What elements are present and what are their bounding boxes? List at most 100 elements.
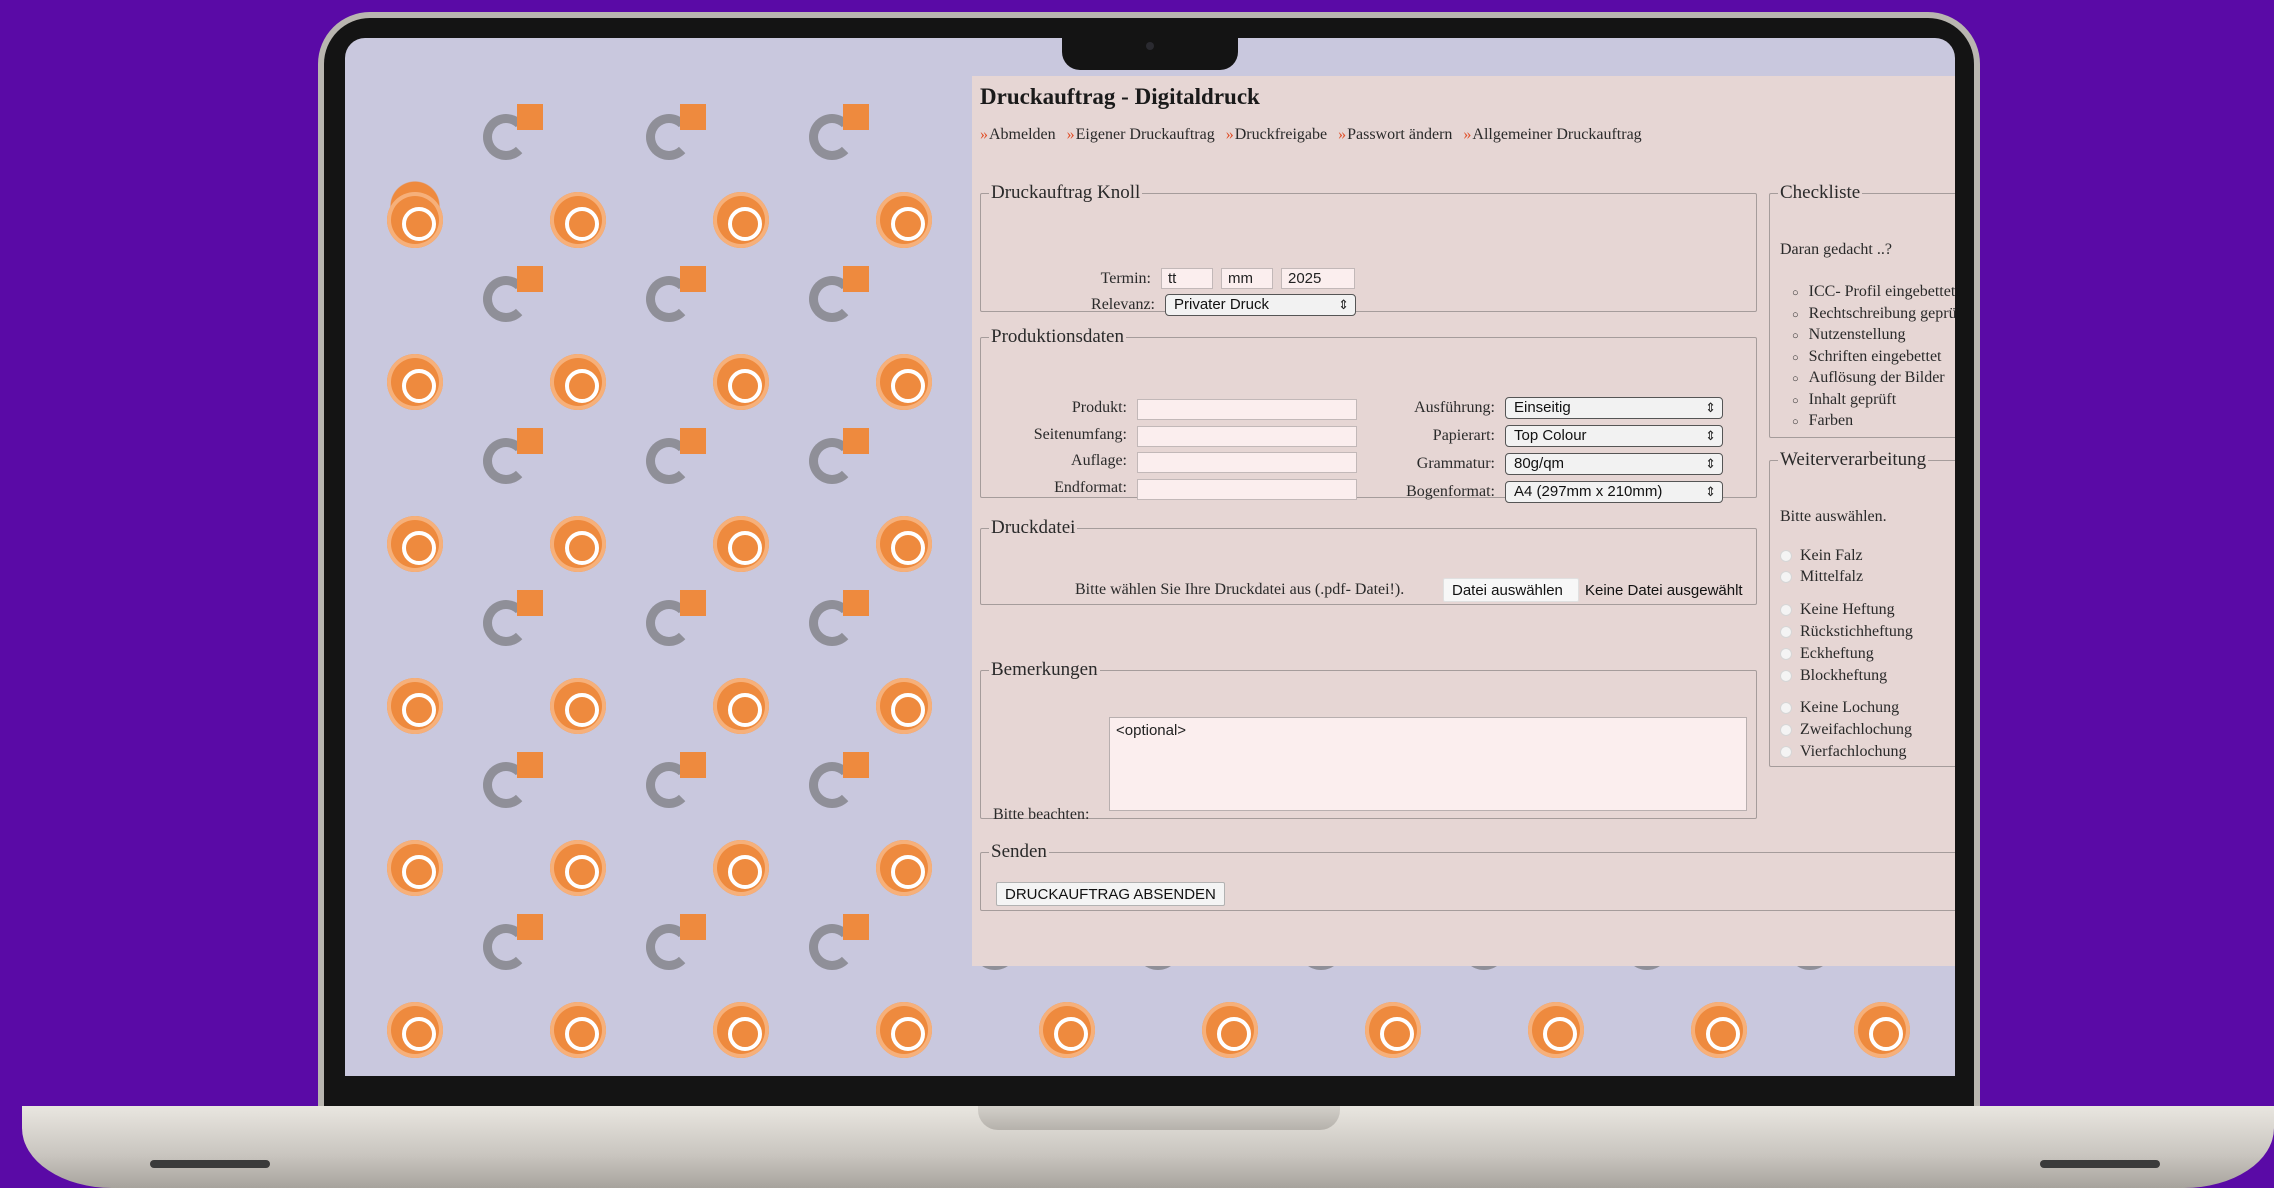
laptop-foot — [150, 1160, 270, 1168]
list-item: Farben — [1809, 411, 1955, 433]
radio-option[interactable]: Eckheftung — [1780, 645, 1874, 663]
wallpaper-square-icon — [843, 752, 869, 778]
submit-order-button[interactable]: DRUCKAUFTRAG ABSENDEN — [996, 882, 1225, 906]
wallpaper-logo-icon — [550, 840, 606, 896]
file-status: Keine Datei ausgewählt — [1585, 582, 1743, 599]
submit-legend: Senden — [991, 841, 1047, 862]
wallpaper-square-icon — [680, 428, 706, 454]
order-legend: Druckauftrag Knoll — [991, 182, 1141, 203]
radio-button[interactable] — [1780, 604, 1792, 616]
wallpaper-logo-icon — [713, 192, 769, 248]
wallpaper-square-icon — [680, 752, 706, 778]
wallpaper-logo-icon — [876, 192, 932, 248]
ausfuehrung-label: Ausführung: — [1414, 399, 1495, 416]
wallpaper-logo-icon — [550, 678, 606, 734]
wallpaper-logo-icon — [1202, 1002, 1258, 1058]
relevanz-select[interactable]: Privater Druck ⇕ — [1165, 294, 1356, 316]
papierart-label: Papierart: — [1432, 427, 1495, 444]
radio-option[interactable]: Rückstichheftung — [1780, 623, 1913, 641]
bogenformat-select[interactable]: A4 (297mm x 210mm) ⇕ — [1505, 481, 1723, 503]
wallpaper-logo-icon — [876, 678, 932, 734]
production-legend: Produktionsdaten — [991, 326, 1124, 347]
radio-option[interactable]: Mittelfalz — [1780, 568, 1863, 586]
wallpaper-logo-icon — [1365, 1002, 1421, 1058]
list-item: Nutzenstellung — [1809, 325, 1955, 347]
checklist-intro: Daran gedacht ..? — [1780, 241, 1892, 258]
select-arrows-icon: ⇕ — [1338, 297, 1349, 312]
wallpaper-logo-icon — [1691, 1002, 1747, 1058]
wallpaper-logo-icon — [550, 192, 606, 248]
wallpaper-square-icon — [517, 914, 543, 940]
auflage-label: Auflage: — [1071, 452, 1127, 469]
print-order-page: Druckauftrag - Digitaldruck »Abmelden »E… — [972, 76, 1955, 966]
radio-button[interactable] — [1780, 550, 1792, 562]
finishing-intro: Bitte auswählen. — [1780, 508, 1887, 525]
wallpaper-square-icon — [517, 752, 543, 778]
radio-button[interactable] — [1780, 746, 1792, 758]
wallpaper-square-icon — [680, 590, 706, 616]
select-arrows-icon: ⇕ — [1705, 456, 1716, 471]
wallpaper-logo-icon — [876, 516, 932, 572]
list-item: Auflösung der Bilder — [1809, 368, 1955, 390]
radio-button[interactable] — [1780, 670, 1792, 682]
remarks-label: Bitte beachten: — [993, 806, 1090, 823]
camera-icon — [1146, 42, 1154, 50]
seitenumfang-label: Seitenumfang: — [1033, 426, 1127, 443]
submit-fieldset: Senden DRUCKAUFTRAG ABSENDEN — [980, 841, 1955, 911]
grammatur-select[interactable]: 80g/qm ⇕ — [1505, 453, 1723, 475]
wallpaper-logo-icon — [713, 678, 769, 734]
papierart-select[interactable]: Top Colour ⇕ — [1505, 425, 1723, 447]
nav-link-allgemeiner-druckauftrag[interactable]: »Allgemeiner Druckauftrag — [1463, 126, 1641, 144]
auflage-input[interactable] — [1137, 452, 1357, 473]
seitenumfang-input[interactable] — [1137, 426, 1357, 447]
select-arrows-icon: ⇕ — [1705, 400, 1716, 415]
radio-option[interactable]: Keine Lochung — [1780, 699, 1899, 717]
list-item: Schriften eingebettet — [1809, 347, 1955, 369]
radio-option[interactable]: Kein Falz — [1780, 547, 1863, 565]
wallpaper-logo-icon — [713, 840, 769, 896]
radio-option[interactable]: Keine Heftung — [1780, 601, 1895, 619]
wallpaper-logo-icon — [876, 354, 932, 410]
wallpaper-logo-icon — [876, 840, 932, 896]
nav-link-abmelden[interactable]: »Abmelden — [980, 126, 1056, 144]
endformat-input[interactable] — [1137, 479, 1357, 500]
radio-option[interactable]: Vierfachlochung — [1780, 743, 1907, 761]
wallpaper-square-icon — [680, 104, 706, 130]
radio-button[interactable] — [1780, 571, 1792, 583]
radio-option[interactable]: Zweifachlochung — [1780, 721, 1912, 739]
laptop-opening-lip — [978, 1106, 1340, 1130]
nav-link-passwort-aendern[interactable]: »Passwort ändern — [1338, 126, 1452, 144]
wallpaper-square-icon — [843, 266, 869, 292]
wallpaper-square-icon — [517, 104, 543, 130]
radio-button[interactable] — [1780, 702, 1792, 714]
termin-year-input[interactable]: 2025 — [1281, 268, 1355, 289]
wallpaper-logo-icon — [387, 678, 443, 734]
produkt-input[interactable] — [1137, 399, 1357, 420]
choose-file-button[interactable]: Datei auswählen — [1443, 578, 1579, 602]
radio-button[interactable] — [1780, 724, 1792, 736]
relevanz-label: Relevanz: — [1091, 296, 1155, 313]
nav-link-eigener-druckauftrag[interactable]: »Eigener Druckauftrag — [1067, 126, 1215, 144]
radio-option[interactable]: Blockheftung — [1780, 667, 1887, 685]
checklist-legend: Checkliste — [1780, 182, 1861, 203]
remarks-textarea[interactable]: <optional> — [1109, 717, 1747, 811]
wallpaper-square-icon — [843, 104, 869, 130]
select-arrows-icon: ⇕ — [1705, 484, 1716, 499]
radio-button[interactable] — [1780, 648, 1792, 660]
wallpaper-logo-icon — [387, 516, 443, 572]
nav-link-druckfreigabe[interactable]: »Druckfreigabe — [1226, 126, 1327, 144]
wallpaper-logo-icon — [713, 1002, 769, 1058]
termin-month-input[interactable]: mm — [1221, 268, 1273, 289]
wallpaper-logo-icon — [1528, 1002, 1584, 1058]
radio-button[interactable] — [1780, 626, 1792, 638]
browser-screen: Druckauftrag - Digitaldruck »Abmelden »E… — [345, 38, 1955, 1076]
wallpaper-logo-icon — [876, 1002, 932, 1058]
termin-day-input[interactable]: tt — [1161, 268, 1213, 289]
ausfuehrung-select[interactable]: Einseitig ⇕ — [1505, 397, 1723, 419]
wallpaper-logo-icon — [387, 1002, 443, 1058]
wallpaper-square-icon — [680, 914, 706, 940]
wallpaper-square-icon — [517, 266, 543, 292]
checklist-fieldset: Checkliste Daran gedacht ..? ICC- Profil… — [1769, 182, 1955, 438]
checklist-items: ICC- Profil eingebettet Rechtschreibung … — [1792, 282, 1955, 433]
production-fieldset: Produktionsdaten Produkt: Seitenumfang: … — [980, 326, 1757, 503]
